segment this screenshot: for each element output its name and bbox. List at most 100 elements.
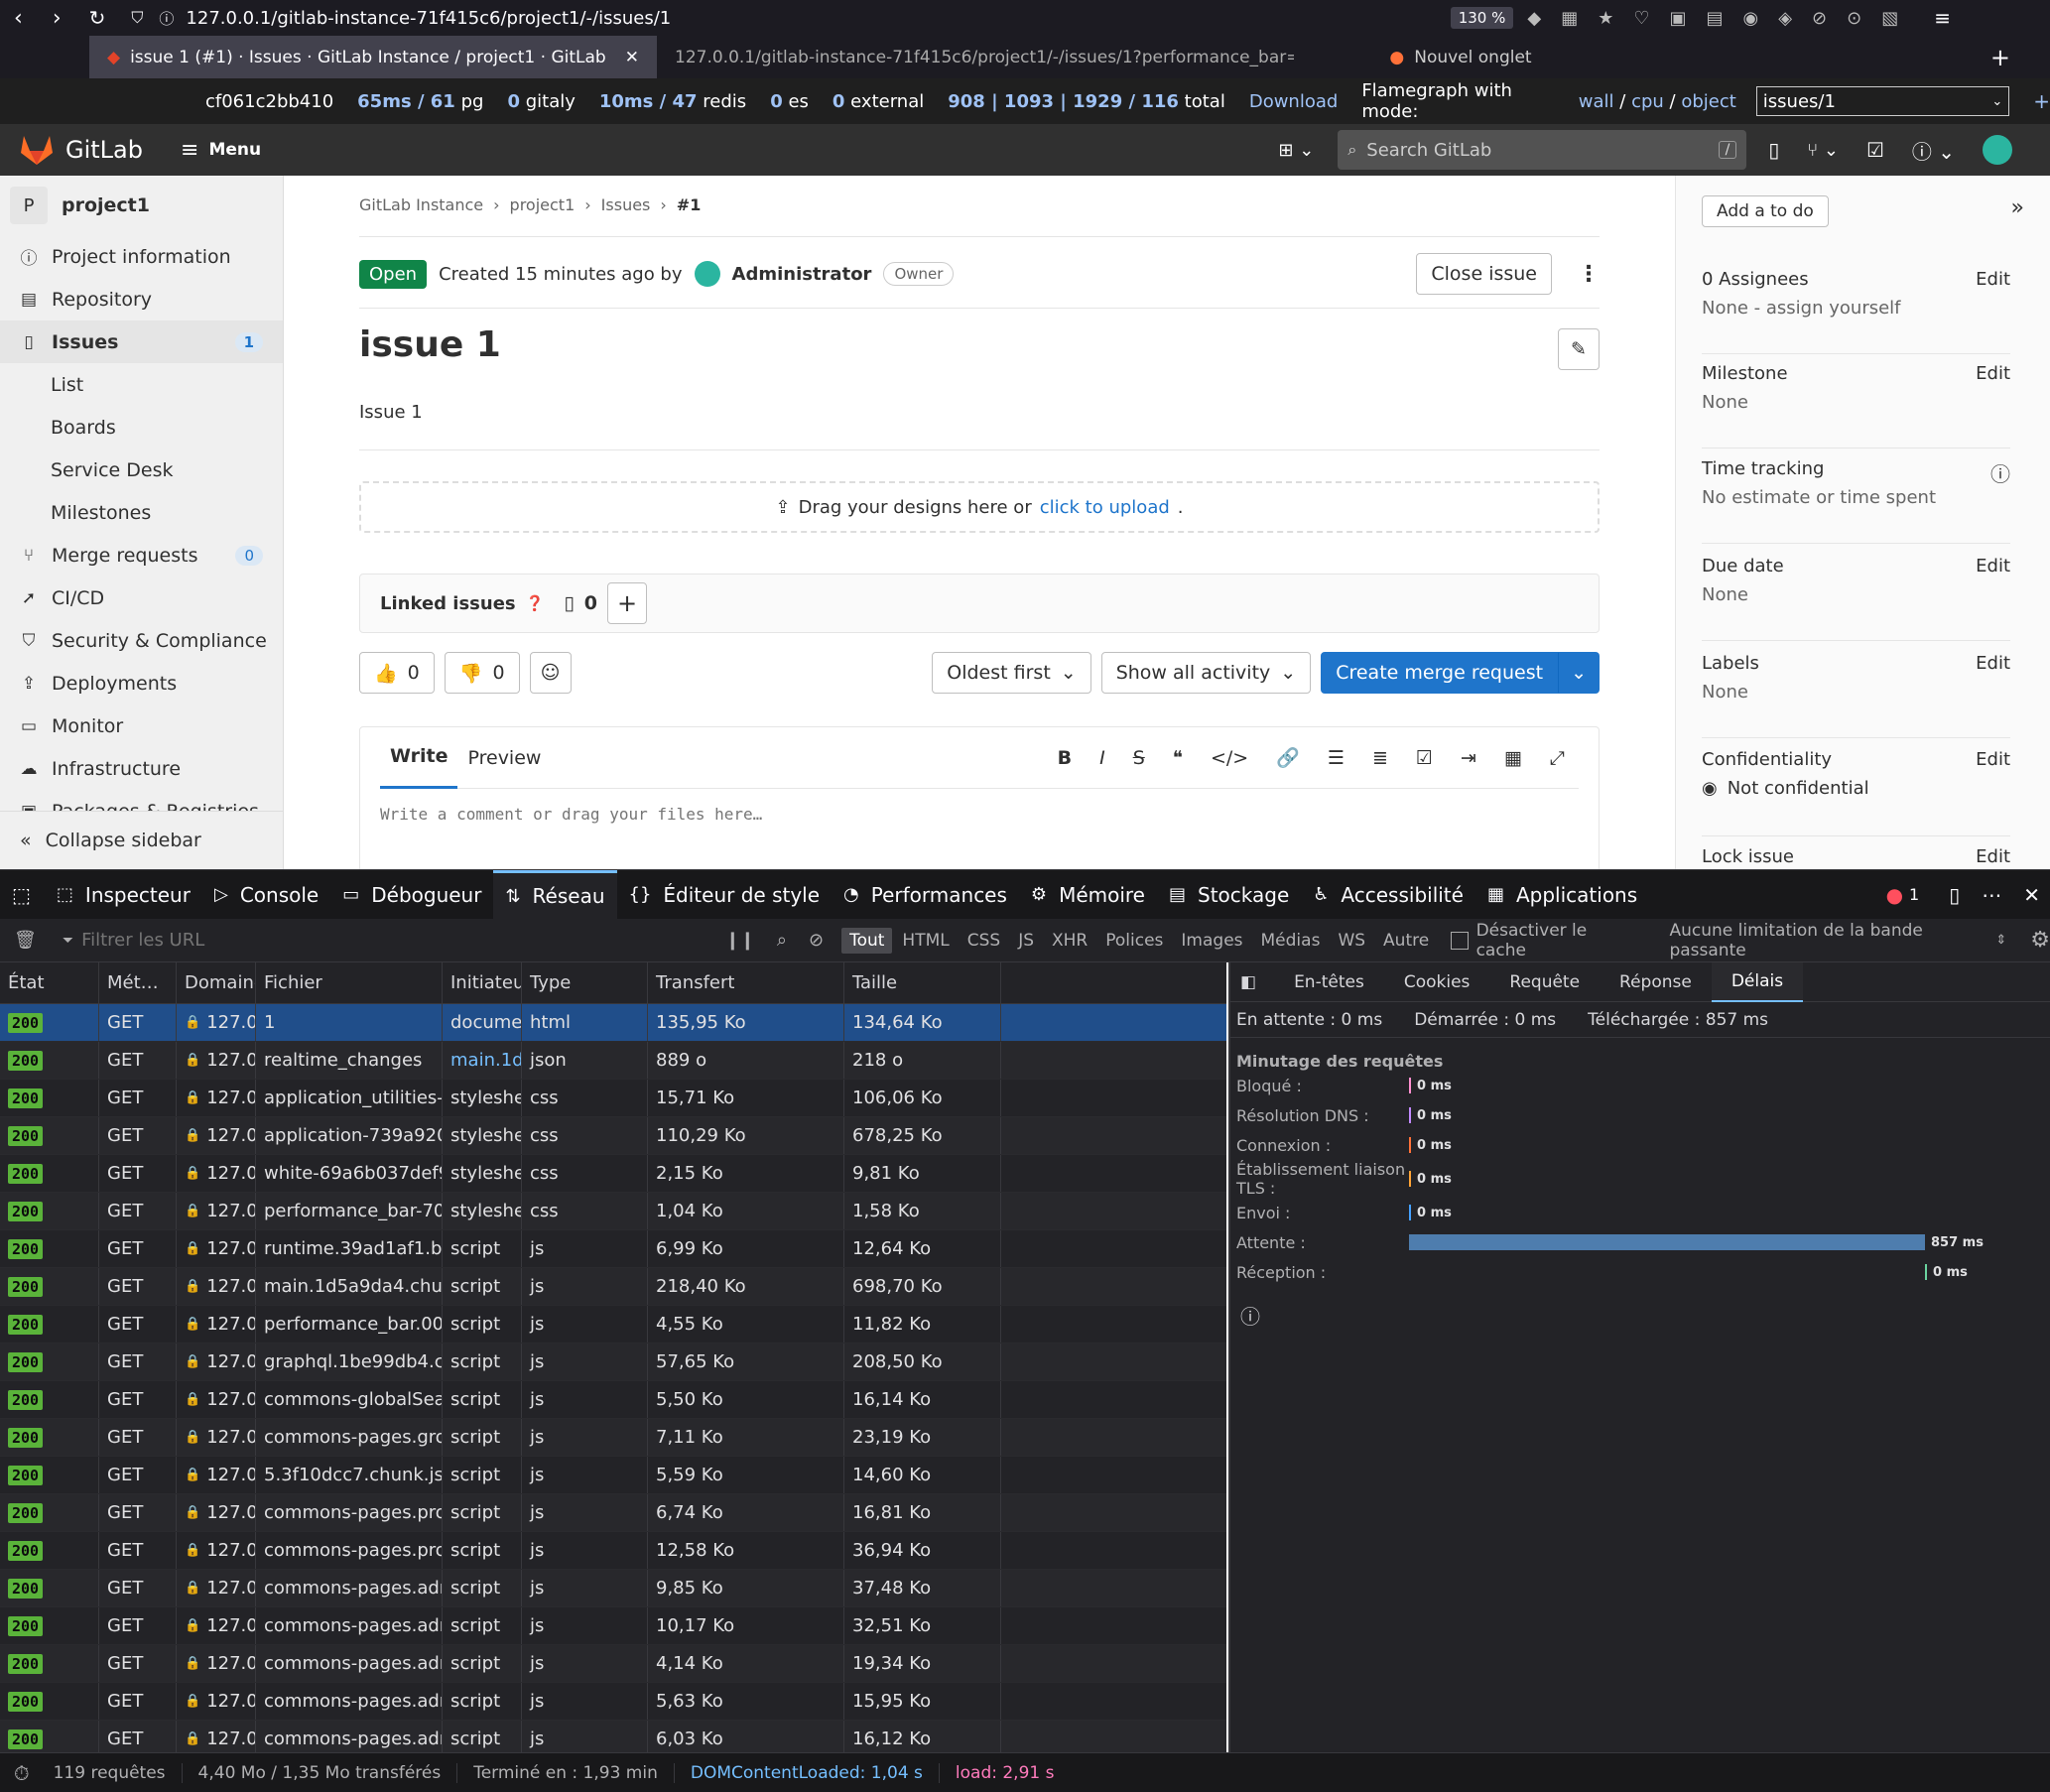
column-header-status[interactable]: État (0, 962, 99, 1003)
add-request-icon[interactable]: + (2033, 89, 2050, 113)
bold-icon[interactable]: B (1044, 747, 1086, 769)
table-row[interactable]: 200 GET 🔒 127.0.… commons-globalSearch-pages… (0, 1381, 1226, 1419)
italic-icon[interactable]: I (1086, 747, 1119, 769)
cache-checkbox[interactable] (1451, 931, 1469, 950)
devtools-tab-performance[interactable]: ◔ Performances (832, 870, 1019, 920)
perf-pg[interactable]: 65ms / 61 pg (357, 91, 483, 112)
detail-tab-4[interactable]: Délais (1711, 961, 1804, 1002)
type-filter-autre[interactable]: Autre (1375, 928, 1437, 954)
sidebar-item-list[interactable]: List (0, 363, 283, 406)
collapse-right-sidebar-icon[interactable]: » (2011, 195, 2024, 220)
perf-es[interactable]: 0 es (770, 91, 809, 112)
sidebar-item-milestones[interactable]: Milestones (0, 491, 283, 534)
throttle-select[interactable]: Aucune limitation de la bande passante (1669, 921, 1991, 960)
breadcrumb-item[interactable]: project1 (510, 195, 576, 214)
sort-dropdown[interactable]: Oldest first ⌄ (932, 652, 1091, 694)
tab-preview[interactable]: Preview (457, 747, 551, 769)
extensions-icon[interactable]: ◆▦★♡▣▤◉◈⊘⊙▧ (1527, 8, 1918, 29)
devtools-tab-style-editor[interactable]: {} Éditeur de style (617, 870, 833, 920)
new-item-icon[interactable]: ⊞ ⌄ (1278, 140, 1314, 161)
gitlab-logo-icon[interactable] (20, 134, 54, 166)
devtools-tab-inspector[interactable]: ⬚ Inspecteur (45, 870, 202, 920)
breadcrumb-item[interactable]: GitLab Instance (359, 195, 483, 214)
type-filter-js[interactable]: JS (1010, 928, 1042, 954)
edit-title-button[interactable]: ✎ (1558, 328, 1600, 370)
perf-download-link[interactable]: Download (1249, 91, 1338, 112)
column-header-file[interactable]: Fichier (256, 962, 443, 1003)
more-actions-icon[interactable]: ⋮ (1578, 262, 1600, 287)
table-row[interactable]: 200 GET 🔒 127.0.… application_utilities-9764… (0, 1080, 1226, 1117)
todo-icon[interactable]: ☑ (1866, 138, 1884, 162)
flame-object-link[interactable]: object (1681, 91, 1735, 112)
create-merge-request-button[interactable]: Create merge request (1321, 652, 1559, 694)
table-row[interactable]: 200 GET 🔒 127.0.… performance_bar.009cfad2.c… (0, 1306, 1226, 1344)
collapse-sidebar-button[interactable]: « Collapse sidebar (0, 811, 283, 869)
confidentiality-edit-link[interactable]: Edit (1976, 749, 2010, 770)
help-icon[interactable]: ❓ (526, 594, 545, 612)
close-icon[interactable]: ✕ (625, 48, 639, 67)
due-date-edit-link[interactable]: Edit (1976, 556, 2010, 576)
type-filter-ws[interactable]: WS (1330, 928, 1373, 954)
avatar[interactable] (1983, 135, 2012, 165)
menu-icon[interactable]: ≡ (181, 138, 198, 163)
tab-new[interactable]: ● Nouvel onglet (1312, 36, 1609, 78)
forward-icon[interactable]: › (53, 6, 62, 31)
error-count[interactable]: 1 (1909, 885, 1919, 904)
table-row[interactable]: 200 GET 🔒 127.0.… commons-pages.admin.cluste… (0, 1570, 1226, 1607)
sidebar-item-boards[interactable]: Boards (0, 406, 283, 448)
assignees-edit-link[interactable]: Edit (1976, 269, 2010, 290)
menu-button[interactable]: Menu (208, 140, 261, 160)
reload-icon[interactable]: ↻ (89, 6, 106, 30)
error-icon[interactable]: ● (1886, 883, 1903, 907)
thumbs-up-button[interactable]: 👍 0 (359, 652, 435, 694)
column-header-size[interactable]: Taille (844, 962, 1001, 1003)
tab-write[interactable]: Write (380, 727, 458, 789)
thumbs-down-button[interactable]: 👎 0 (444, 652, 520, 694)
type-filter-images[interactable]: Images (1173, 928, 1250, 954)
breadcrumb-item[interactable]: Issues (601, 195, 651, 214)
design-upload-zone[interactable]: ⇪ Drag your designs here or click to upl… (359, 481, 1600, 533)
table-row[interactable]: 200 GET 🔒 127.0.… commons-pages.admin.topics… (0, 1645, 1226, 1683)
table-row[interactable]: 200 GET 🔒 127.0.… commons-pages.admin.topics… (0, 1607, 1226, 1645)
table-row[interactable]: 200 GET 🔒 127.0.… graphql.1be99db4.chunk.js s… (0, 1344, 1226, 1381)
table-row[interactable]: 200 GET 🔒 127.0.… commons-pages.projects-pag… (0, 1532, 1226, 1570)
link-icon[interactable]: 🔗 (1262, 746, 1314, 769)
help-icon[interactable]: ⓘ (1990, 458, 2010, 487)
detail-tab-3[interactable]: Réponse (1600, 962, 1712, 1002)
devtools-tab-network[interactable]: ⇅ Réseau (493, 869, 617, 920)
flame-wall-link[interactable]: wall (1579, 91, 1614, 112)
strikethrough-icon[interactable]: S (1119, 747, 1159, 769)
devtools-tab-storage[interactable]: ▤ Stockage (1157, 870, 1301, 920)
author-avatar[interactable] (694, 261, 720, 287)
column-header-domain[interactable]: Domaine (177, 962, 256, 1003)
indent-icon[interactable]: ⇥ (1447, 747, 1490, 769)
perf-external[interactable]: 0 external (833, 91, 924, 112)
type-filter-css[interactable]: CSS (960, 928, 1008, 954)
performance-analysis-icon[interactable]: ⏱ (14, 1761, 30, 1785)
type-filter-médias[interactable]: Médias (1253, 928, 1329, 954)
type-filter-polices[interactable]: Polices (1097, 928, 1171, 954)
disable-cache-label[interactable]: Désactiver le cache (1476, 921, 1636, 960)
search-icon[interactable]: ⌕ (777, 930, 787, 951)
sidebar-item-ci-cd[interactable]: ➚ CI/CD (0, 576, 283, 619)
table-row[interactable]: 200 GET 🔒 127.0.… 1 document html 135,95 Ko 134,… (0, 1004, 1226, 1042)
devtools-tab-console[interactable]: ▷ Console (202, 870, 330, 920)
devtools-tab-applications[interactable]: ▦ Applications (1475, 870, 1649, 920)
table-row[interactable]: 200 GET 🔒 127.0.… commons-pages.projects-pag… (0, 1494, 1226, 1532)
sidebar-item-security-compliance[interactable]: ⛉ Security & Compliance (0, 619, 283, 662)
column-header-method[interactable]: Mét… (99, 962, 177, 1003)
search-input[interactable]: ⌕ Search GitLab / (1338, 130, 1747, 170)
brand-name[interactable]: GitLab (65, 136, 143, 164)
devtools-tab-accessibility[interactable]: ♿ Accessibilité (1301, 870, 1475, 920)
detail-tab-2[interactable]: Requête (1489, 962, 1600, 1002)
zoom-level[interactable]: 130 % (1450, 7, 1514, 29)
sidebar-item-repository[interactable]: ▤ Repository (0, 278, 283, 320)
column-header-transferred[interactable]: Transfert (648, 962, 844, 1003)
help-icon[interactable]: ⓘ (1240, 1301, 2050, 1330)
activity-filter-dropdown[interactable]: Show all activity ⌄ (1100, 652, 1312, 694)
column-header-type[interactable]: Type (522, 962, 648, 1003)
table-row[interactable]: 200 GET 🔒 127.0.… commons-pages.groups.board… (0, 1419, 1226, 1457)
create-mr-dropdown[interactable]: ⌄ (1558, 652, 1600, 694)
author-name[interactable]: Administrator (732, 264, 872, 285)
milestone-edit-link[interactable]: Edit (1976, 363, 2010, 384)
